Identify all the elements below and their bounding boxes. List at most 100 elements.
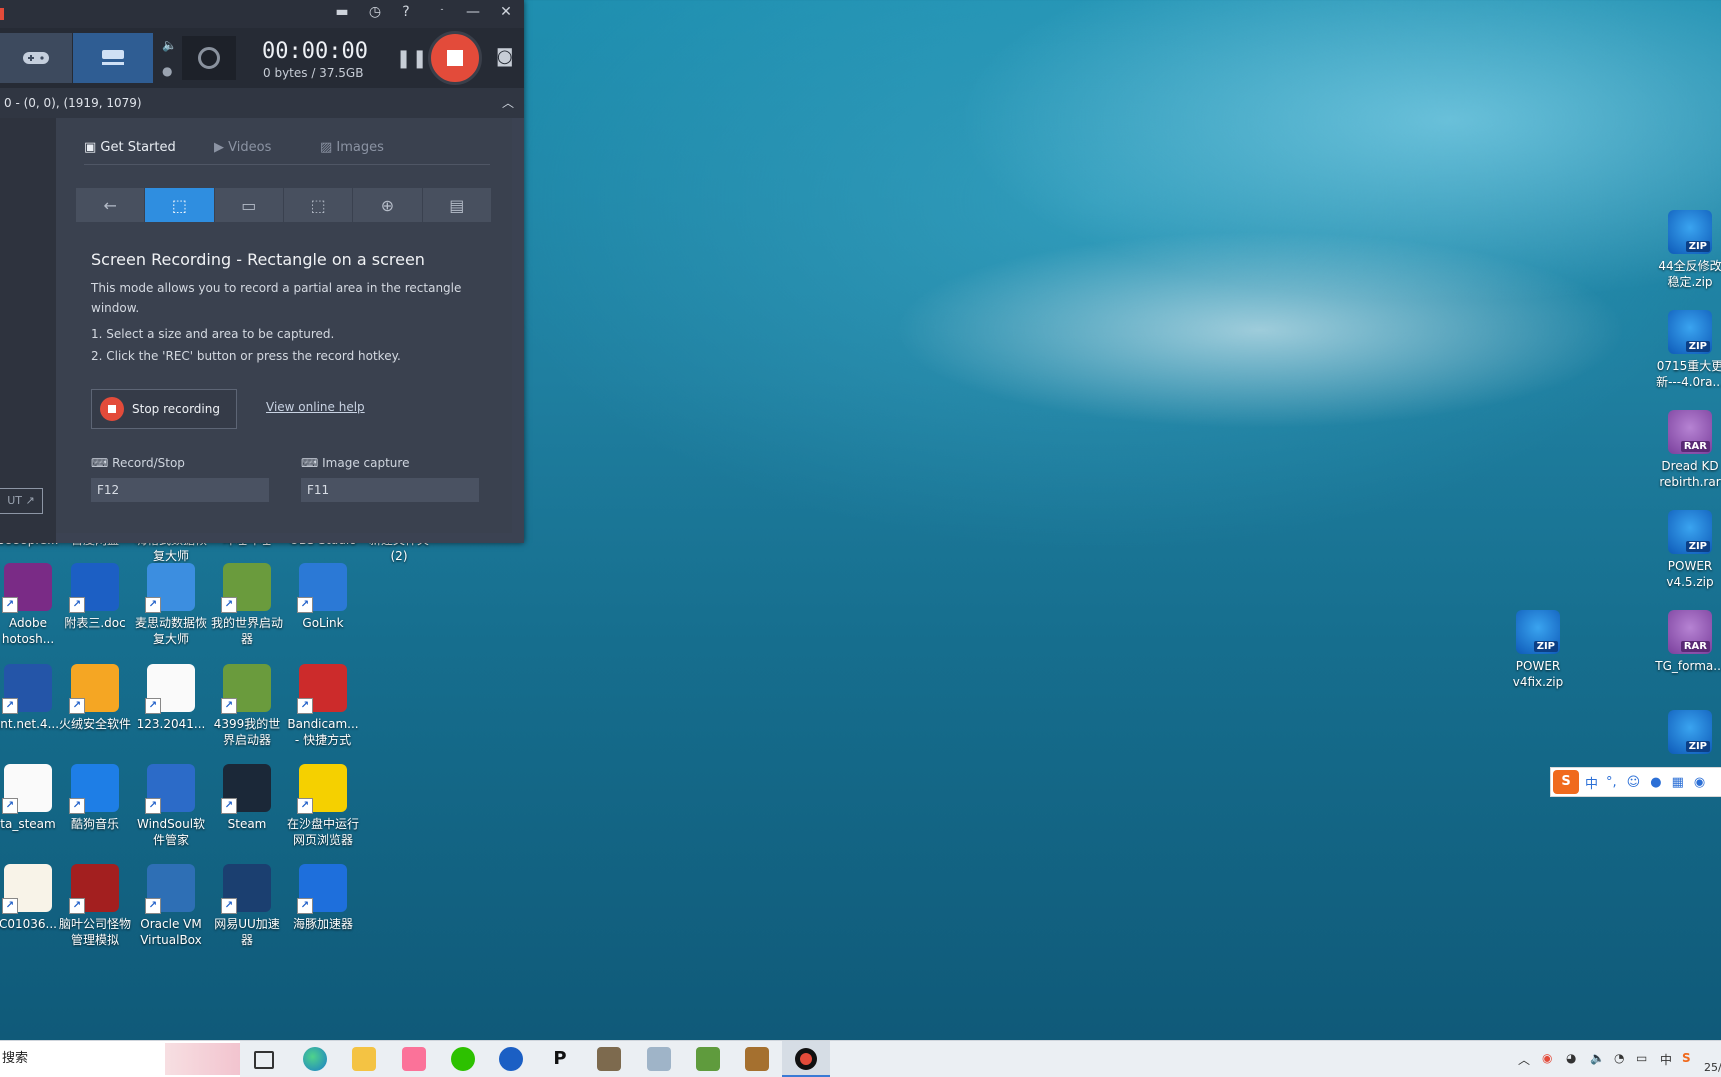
close-icon[interactable]: ✕ (494, 4, 518, 20)
search-banner-image (165, 1043, 240, 1075)
gamepad-icon (23, 52, 49, 64)
game-mode-button[interactable] (0, 33, 72, 83)
tab-videos[interactable]: ▶ Videos (214, 140, 271, 155)
archive-file-icon[interactable]: RAR Dread KD rebirth.rar (1652, 410, 1721, 490)
minimize-small-icon[interactable]: ˗ (430, 4, 454, 15)
zip-icon: ZIP (1668, 510, 1712, 554)
hdmi-mode-button[interactable] (73, 33, 153, 83)
edge-browser-icon[interactable] (303, 1047, 327, 1071)
record-stop-hotkey-input[interactable]: F12 (91, 478, 269, 502)
folder-icon[interactable]: ▬ (330, 4, 354, 20)
archive-file-icon[interactable]: ZIP 0715重大更 新---4.0ra... (1652, 310, 1721, 390)
wechat-icon[interactable] (451, 1047, 475, 1071)
game-avatar-icon[interactable] (597, 1047, 621, 1071)
tray-clock[interactable]: 25/ (1704, 1061, 1721, 1074)
collapse-chevron-icon[interactable]: ︿ (502, 88, 514, 118)
emoji-icon[interactable]: ☺ (1627, 775, 1641, 790)
p-app-blue-icon[interactable] (499, 1047, 523, 1071)
back-arrow-button[interactable]: ← (76, 188, 145, 222)
shortcut-arrow-icon: ↗ (69, 798, 85, 814)
camera-icon[interactable]: ◙ (496, 46, 513, 67)
microphone-icon[interactable]: ● (1650, 775, 1661, 790)
ime-punctuation[interactable]: °, (1606, 775, 1617, 790)
desktop-icon[interactable]: ↗ 我的世界启动器 (209, 563, 285, 647)
desktop-icon[interactable]: ↗ 麦思动数据恢 复大师 (133, 563, 209, 647)
desktop-icon[interactable]: ↗ 酷狗音乐 (57, 764, 133, 832)
stop-recording-button[interactable]: Stop recording (91, 389, 237, 429)
tab-images[interactable]: ▨ Images (320, 140, 384, 155)
rectangle-mode-button[interactable]: ⬚ (145, 188, 214, 222)
fullscreen-mode-button[interactable]: ▭ (214, 188, 283, 222)
webcam-button[interactable] (182, 36, 236, 80)
shortcut-arrow-icon: ↗ (69, 597, 85, 613)
desktop-icon[interactable]: ↗ GoLink (285, 563, 361, 631)
microphone-icon[interactable]: ● (162, 64, 172, 78)
tray-qq-icon[interactable]: ◕ (1566, 1051, 1576, 1065)
minecraft-chest-icon[interactable] (745, 1047, 769, 1071)
speaker-icon[interactable]: 🔈 (162, 38, 177, 52)
record-stop-button[interactable] (428, 31, 482, 85)
app-icon: ↗ (145, 664, 195, 714)
desktop-icon-label-line2: VirtualBox (140, 933, 202, 947)
desktop-icon[interactable]: ↗ Steam (209, 764, 285, 832)
desktop-icon[interactable]: ↗ Oracle VM VirtualBox (133, 864, 209, 948)
title-bar[interactable]: ▬ ◷ ? ˗ — ✕ (0, 0, 524, 28)
desktop-icon[interactable]: ↗ 在沙盘中运行 网页浏览器 (285, 764, 361, 848)
game-mode-tab-button[interactable]: ⊕ (353, 188, 422, 222)
shortcut-arrow-icon: ↗ (297, 698, 313, 714)
zip-icon: ZIP (1516, 610, 1560, 654)
tray-network-icon[interactable]: ◔ (1614, 1051, 1624, 1065)
tray-expand-icon[interactable]: ︿ (1518, 1051, 1530, 1068)
help-icon[interactable]: ? (394, 4, 418, 20)
archive-file-icon[interactable]: RAR TG_forma... (1652, 610, 1721, 674)
tray-action-center-icon[interactable]: ▭ (1636, 1051, 1647, 1065)
desktop-icon[interactable]: ↗ 附表三.doc (57, 563, 133, 631)
desktop-icon-label-line2: 管理模拟 (70, 933, 119, 947)
desktop-icon[interactable]: ↗ 4399我的世 界启动器 (209, 664, 285, 748)
minecraft-grass-icon[interactable] (696, 1047, 720, 1071)
tray-volume-icon[interactable]: 🔈 (1590, 1051, 1605, 1065)
online-help-link[interactable]: View online help (266, 400, 365, 414)
ime-language[interactable]: 中 (1585, 773, 1598, 792)
app-icon: ↗ (2, 563, 52, 613)
desktop-icon[interactable]: ↗ 海豚加速器 (285, 864, 361, 932)
sidebar-open-button[interactable]: UT ↗ (0, 488, 43, 514)
tab-get-started[interactable]: ▣ Get Started (84, 140, 176, 155)
file-type-badge: RAR (1680, 641, 1710, 652)
desktop-icon[interactable]: ↗ WindSoul软 件管家 (133, 764, 209, 848)
desktop-icon[interactable]: ↗ 网易UU加速器 (209, 864, 285, 948)
ime-toolbar[interactable]: S 中 °, ☺ ● ▦ ◉ (1550, 767, 1721, 797)
desktop-icon[interactable]: ↗ 脑叶公司怪物 管理模拟 (57, 864, 133, 948)
shortcut-arrow-icon: ↗ (221, 597, 237, 613)
keyboard-icon[interactable]: ▦ (1672, 775, 1684, 790)
archive-file-icon[interactable]: ZIP (1652, 710, 1721, 758)
desktop-icon[interactable]: ↗ 123.2041... (133, 664, 209, 732)
bandicam-taskbar-button[interactable] (782, 1041, 830, 1077)
tray-language[interactable]: 中 (1660, 1051, 1672, 1068)
desktop-icon[interactable]: ↗ 火绒安全软件 (57, 664, 133, 732)
desktop-icon[interactable]: ↗ Bandicam... - 快捷方式 (285, 664, 361, 748)
file-explorer-icon[interactable] (352, 1047, 376, 1071)
p-app-black-icon[interactable]: P (548, 1047, 572, 1071)
desktop-icon-label: Bandicam... (287, 717, 359, 731)
bilibili-icon[interactable] (402, 1047, 426, 1071)
clock-icon[interactable]: ◷ (363, 4, 387, 20)
mode-bar[interactable]: 0 - (0, 0), (1919, 1079) ︿ (0, 88, 524, 118)
tray-sogou-icon[interactable]: S (1682, 1051, 1691, 1065)
around-mouse-mode-button[interactable]: ⬚ (283, 188, 353, 222)
virtual-machine-icon[interactable] (647, 1047, 671, 1071)
device-mode-button[interactable]: ▤ (422, 188, 491, 222)
minimize-icon[interactable]: — (461, 4, 485, 20)
task-view-icon[interactable] (254, 1051, 274, 1069)
app-icon: ↗ (297, 563, 347, 613)
image-capture-hotkey-input[interactable]: F11 (301, 478, 479, 502)
archive-file-icon[interactable]: ZIP POWER v4fix.zip (1500, 610, 1576, 690)
taskbar-search-box[interactable]: 搜索 (0, 1041, 240, 1077)
webcam-icon (198, 47, 220, 69)
app-icon: ↗ (69, 563, 119, 613)
archive-file-icon[interactable]: ZIP POWER v4.5.zip (1652, 510, 1721, 590)
pause-button[interactable]: ❚❚ (396, 48, 428, 69)
user-icon[interactable]: ◉ (1694, 775, 1705, 790)
archive-file-icon[interactable]: ZIP 44全反修改 稳定.zip (1652, 210, 1721, 290)
tray-record-icon[interactable]: ◉ (1542, 1051, 1552, 1065)
